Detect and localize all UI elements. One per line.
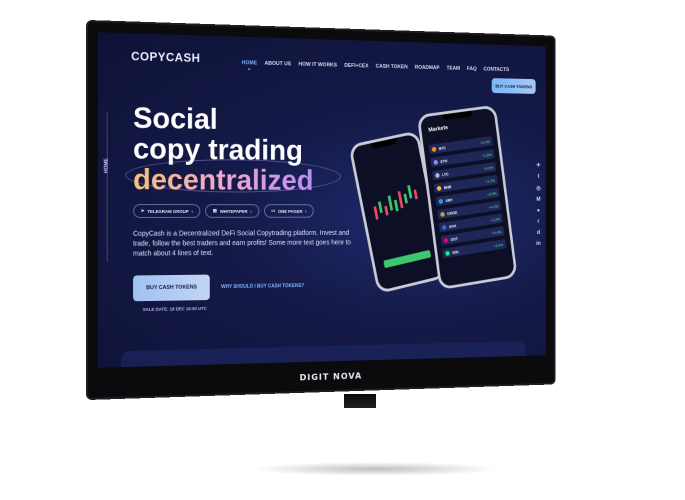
coin-change: +2.0% — [493, 242, 503, 248]
monitor: COPYCASH HOME ABOUT US HOW IT WORKS DEFI… — [88, 22, 554, 398]
monitor-stand-shadow — [250, 462, 500, 476]
nav-item-contacts[interactable]: CONTACTS — [483, 67, 509, 77]
discord-icon[interactable]: d — [536, 230, 540, 236]
reddit-icon[interactable]: r — [536, 219, 540, 225]
hero-link-chips: ➤ TELEGRAM GROUP › ▤ WHITEPAPER › ▭ ONE PAGER… — [133, 204, 314, 218]
github-icon[interactable]: ● — [536, 208, 540, 214]
phone-notch — [371, 138, 398, 149]
chevron-right-icon: › — [250, 209, 251, 214]
instagram-icon[interactable]: ◎ — [536, 185, 540, 191]
coin-icon — [443, 237, 448, 242]
coin-symbol: BTC — [438, 140, 478, 150]
whitepaper-chip[interactable]: ▤ WHITEPAPER › — [205, 204, 259, 218]
markets-title: Markets — [428, 125, 448, 133]
header-buy-tokens-button[interactable]: BUY CASH TOKENS — [492, 78, 536, 94]
coin-icon — [440, 211, 445, 216]
coin-symbol: ETH — [440, 153, 480, 163]
nav-item-cash-token[interactable]: CASH TOKEN — [376, 64, 408, 74]
coin-change: +2.4% — [480, 139, 490, 145]
sale-date: SALE DATE: 18 DEC 16:00 UTC — [143, 306, 207, 312]
nav-item-team[interactable]: TEAM — [447, 66, 460, 76]
nav-item-defi-cex[interactable]: DEFI+CEX — [344, 63, 368, 73]
medium-icon[interactable]: M — [536, 197, 540, 203]
chevron-right-icon: › — [192, 209, 193, 214]
linkedin-icon[interactable]: in — [536, 241, 540, 247]
coin-symbol: DOT — [450, 231, 489, 242]
copycash-logo[interactable]: COPYCASH — [131, 49, 200, 65]
telegram-icon[interactable]: ✈ — [536, 162, 540, 168]
page-icon: ▭ — [271, 208, 275, 214]
why-buy-link[interactable]: WHY SHOULD I BUY CASH TOKENS? — [221, 283, 304, 290]
coin-icon — [442, 224, 447, 229]
coin-change: +0.6% — [483, 165, 493, 171]
coin-change: +0.4% — [492, 229, 502, 235]
hero-description: CopyCash is a Decentralized DeFi Social … — [133, 229, 357, 260]
candlestick-chart — [367, 177, 428, 235]
headline-line-1: Social — [133, 103, 313, 136]
coin-symbol: SOL — [452, 244, 491, 255]
hero-headline: Social copy trading decentralized — [133, 103, 313, 196]
coin-icon — [432, 146, 437, 151]
nav-item-roadmap[interactable]: ROADMAP — [415, 65, 440, 75]
one-pager-chip[interactable]: ▭ ONE PAGER › — [264, 204, 314, 218]
side-section-label: HOME — [104, 158, 110, 173]
coin-icon — [445, 250, 450, 255]
main-nav: HOME ABOUT US HOW IT WORKS DEFI+CEX CASH… — [242, 60, 509, 77]
coin-icon — [433, 159, 438, 164]
coin-symbol: ADA — [449, 218, 488, 229]
nav-item-about-us[interactable]: ABOUT US — [265, 61, 292, 71]
monitor-neck — [344, 394, 376, 408]
nav-item-how-it-works[interactable]: HOW IT WORKS — [298, 62, 337, 73]
twitter-icon[interactable]: t — [536, 174, 540, 180]
coin-symbol: DOGE — [447, 205, 486, 216]
nav-item-faq[interactable]: FAQ — [467, 66, 477, 76]
website-screen: COPYCASH HOME ABOUT US HOW IT WORKS DEFI… — [98, 32, 546, 367]
coin-icon — [435, 172, 440, 177]
coin-change: +1.8% — [482, 152, 492, 158]
coin-icon — [438, 198, 443, 203]
coin-symbol: BNB — [444, 179, 483, 189]
market-list: BTC +2.4% ETH +1.8% LTC +0.6% BNB +3.1% XRP +0.9%… — [429, 136, 507, 258]
coin-change: +3.1% — [485, 177, 495, 183]
coin-change: +0.9% — [487, 190, 497, 196]
social-icons-bar: ✈ t ◎ M ● r d in — [536, 162, 540, 247]
coin-change: +1.2% — [490, 216, 500, 222]
next-section-panel — [121, 341, 525, 368]
telegram-icon: ➤ — [141, 208, 145, 214]
telegram-group-chip[interactable]: ➤ TELEGRAM GROUP › — [133, 204, 201, 218]
nav-item-home[interactable]: HOME — [242, 60, 257, 70]
hero-buy-tokens-button[interactable]: BUY CASH TOKENS — [133, 275, 210, 302]
trade-button[interactable] — [383, 250, 431, 268]
headline-line-2: copy trading — [133, 134, 313, 166]
coin-symbol: XRP — [445, 192, 484, 202]
headline-line-3: decentralized — [133, 164, 313, 195]
phone-notch — [442, 111, 472, 121]
coin-symbol: LTC — [442, 166, 481, 176]
document-icon: ▤ — [213, 208, 217, 214]
side-divider — [107, 112, 108, 262]
coin-icon — [437, 185, 442, 190]
monitor-brand-label: DIGIT NOVA — [88, 366, 554, 390]
active-indicator — [249, 68, 251, 70]
coin-change: +4.2% — [488, 203, 498, 209]
chevron-right-icon: › — [305, 209, 306, 214]
